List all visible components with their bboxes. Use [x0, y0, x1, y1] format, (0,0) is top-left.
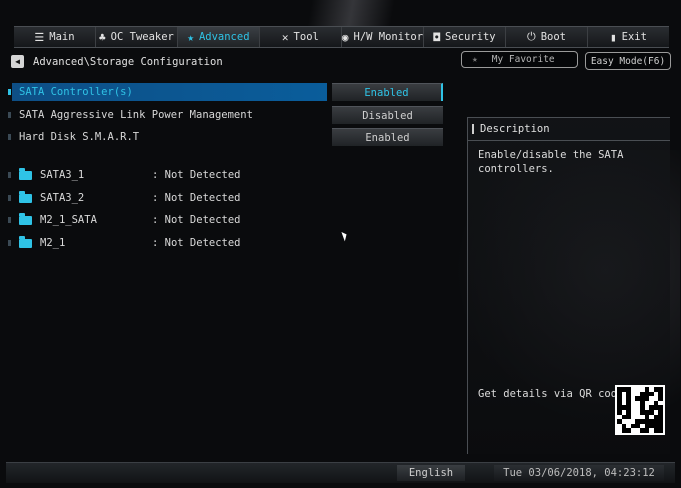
rocket-icon: ♣ [99, 30, 106, 44]
star-icon: ★ [472, 54, 478, 65]
folder-icon [19, 212, 32, 225]
status-bar: English Tue 03/06/2018, 04:23:12 [6, 462, 675, 483]
star-icon: ★ [187, 30, 194, 44]
language-button[interactable]: English [397, 465, 465, 481]
tab-label: H/W Monitor [353, 31, 424, 43]
page-title: Advanced\Storage Configuration [33, 55, 223, 68]
tab-security[interactable]: ◘ Security [424, 27, 507, 47]
tab-boot[interactable]: ⏻ Boot [506, 27, 588, 47]
drive-item[interactable]: M2_1 : Not Detected [8, 234, 241, 252]
qr-label: Get details via QR code [478, 388, 624, 400]
qr-code-icon [615, 385, 665, 435]
row-bullet [8, 134, 11, 140]
drive-name: SATA3_1 [40, 169, 85, 181]
tab-label: Advanced [198, 31, 250, 43]
row-bullet [8, 240, 11, 246]
setting-value-link-power-management[interactable]: Disabled [332, 106, 443, 124]
setting-value-smart[interactable]: Enabled [332, 128, 443, 146]
header-mark [472, 124, 474, 134]
drive-status: : Not Detected [152, 169, 241, 181]
drive-item[interactable]: SATA3_2 : Not Detected [8, 189, 241, 207]
tab-label: Security [445, 31, 496, 43]
setting-label: Hard Disk S.M.A.R.T [19, 131, 140, 143]
tab-label: Main [49, 31, 75, 43]
my-favorite-label: My Favorite [491, 54, 555, 65]
tab-main[interactable]: ☰ Main [14, 27, 96, 47]
tab-hw-monitor[interactable]: ◉ H/W Monitor [341, 27, 425, 47]
tab-label: Tool [293, 31, 319, 43]
breadcrumb: ◀ Advanced\Storage Configuration [11, 55, 223, 68]
my-favorite-button[interactable]: ★ My Favorite [461, 51, 578, 68]
row-bullet [8, 172, 11, 178]
setting-label: SATA Aggressive Link Power Management [19, 109, 253, 121]
power-icon: ⏻ [527, 30, 536, 43]
drive-status: : Not Detected [152, 237, 241, 249]
exit-icon: ▮ [610, 30, 617, 44]
drive-name: M2_1_SATA [40, 214, 97, 226]
description-header: Description [468, 118, 670, 141]
tools-icon: ✕ [281, 30, 289, 44]
description-panel: Description Enable/disable the SATA cont… [467, 117, 670, 454]
easy-mode-button[interactable]: Easy Mode(F6) [585, 52, 671, 70]
mouse-cursor-icon [341, 230, 349, 242]
description-title: Description [480, 123, 550, 135]
menu-icon: ☰ [34, 30, 45, 44]
drive-name: M2_1 [40, 237, 66, 249]
shield-icon: ◘ [433, 30, 441, 44]
drive-item[interactable]: M2_1_SATA : Not Detected [8, 211, 241, 229]
easy-mode-label: Easy Mode(F6) [590, 55, 666, 67]
tab-label: Boot [540, 31, 566, 43]
back-icon[interactable]: ◀ [11, 55, 24, 68]
tab-label: Exit [621, 31, 647, 43]
tab-advanced[interactable]: ★ Advanced [177, 27, 260, 47]
drive-item[interactable]: SATA3_1 : Not Detected [8, 166, 241, 184]
row-bullet [8, 112, 11, 118]
tab-label: OC Tweaker [110, 31, 174, 43]
setting-label: SATA Controller(s) [19, 86, 133, 98]
folder-icon [19, 167, 32, 180]
datetime-display: Tue 03/06/2018, 04:23:12 [494, 465, 664, 481]
row-bullet [8, 195, 11, 201]
row-bullet [8, 89, 11, 95]
tab-tool[interactable]: ✕ Tool [260, 27, 342, 47]
row-bullet [8, 217, 11, 223]
drive-status: : Not Detected [152, 214, 241, 226]
tab-exit[interactable]: ▮ Exit [588, 27, 669, 47]
monitor-icon: ◉ [341, 30, 349, 44]
setting-value-sata-controllers[interactable]: Enabled [332, 83, 443, 101]
folder-icon [19, 235, 32, 248]
tab-oc-tweaker[interactable]: ♣ OC Tweaker [96, 27, 178, 47]
drive-name: SATA3_2 [40, 192, 85, 204]
folder-icon [19, 190, 32, 203]
description-text: Enable/disable the SATA controllers. [478, 149, 624, 175]
drive-status: : Not Detected [152, 192, 241, 204]
main-tab-bar: ☰ Main ♣ OC Tweaker ★ Advanced ✕ Tool ◉ H/W M… [14, 26, 669, 48]
